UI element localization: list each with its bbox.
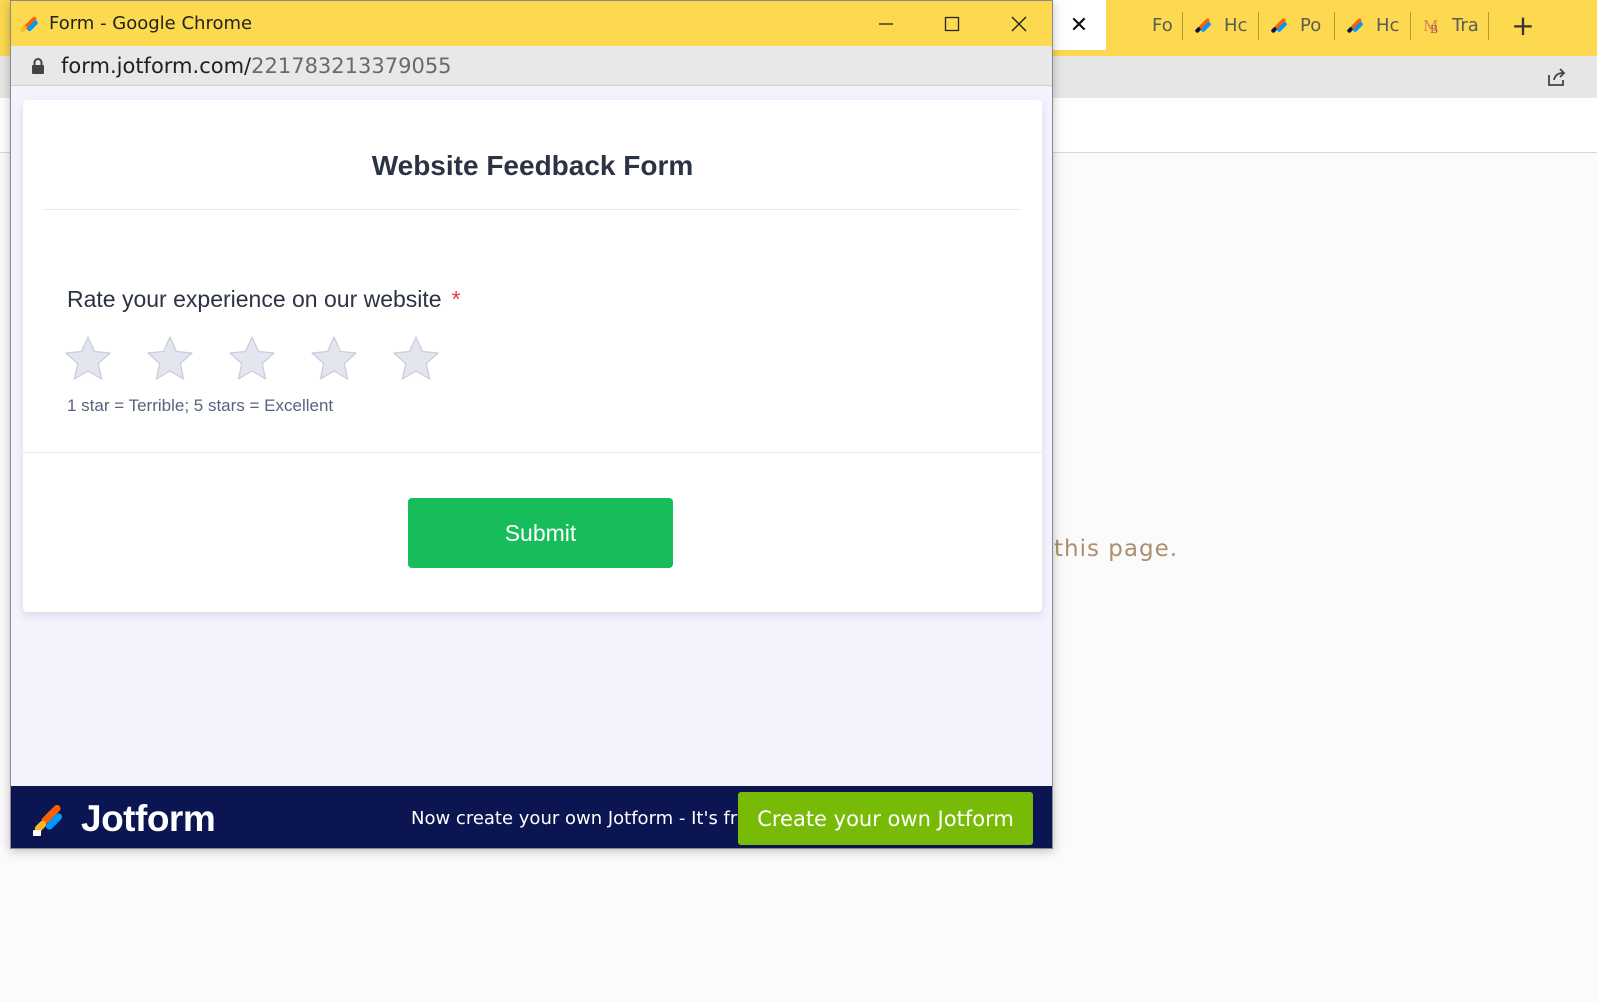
tab-separator (1334, 12, 1335, 40)
close-icon: ✕ (1069, 12, 1089, 38)
window-close-button[interactable] (986, 1, 1052, 46)
minimize-icon (879, 22, 893, 25)
form-card: Website Feedback Form Rate your experien… (23, 100, 1042, 612)
rating-star-2[interactable] (145, 334, 195, 384)
jotform-icon (1195, 18, 1211, 33)
jotform-icon (1347, 18, 1363, 33)
tab-separator (1182, 12, 1183, 40)
tab-label: Po (1300, 14, 1322, 36)
browser-tab[interactable]: M B Tra (1422, 10, 1478, 40)
tab-separator (1410, 12, 1411, 40)
jotform-icon (20, 16, 38, 32)
rating-star-5[interactable] (391, 334, 441, 384)
tab-label: Hc (1224, 14, 1248, 36)
jotform-brand: Jotform (81, 798, 216, 839)
form-popup-window: Form - Google Chrome form.jotform.com/22… (10, 0, 1053, 849)
browser-tab[interactable]: Po (1270, 10, 1324, 40)
share-icon[interactable] (1546, 66, 1568, 88)
rating-star-1[interactable] (63, 334, 113, 384)
svg-text:B: B (1430, 23, 1438, 35)
create-jotform-button[interactable]: Create your own Jotform (738, 792, 1033, 845)
rating-star-4[interactable] (309, 334, 359, 384)
close-tab-button[interactable]: ✕ (1052, 0, 1106, 50)
promo-text: Now create your own Jotform - It's free! (411, 808, 767, 829)
rating-sublabel: 1 star = Terrible; 5 stars = Excellent (67, 396, 334, 415)
plus-icon: + (1511, 8, 1535, 42)
form-title: Website Feedback Form (371, 150, 694, 181)
submit-button[interactable]: Submit (408, 498, 673, 568)
star-rating (63, 334, 473, 384)
tab-separator (1488, 12, 1489, 40)
browser-tab[interactable]: Hc (1194, 10, 1248, 40)
url-host: form.jotform.com/ (61, 54, 252, 78)
address-bar[interactable]: form.jotform.com/221783213379055 (11, 46, 1052, 86)
tab-label: Tra (1452, 14, 1478, 36)
question-text: Rate your experience on our website (67, 286, 442, 312)
rating-star-3[interactable] (227, 334, 277, 384)
rating-question-label: Rate your experience on our website * (67, 286, 461, 313)
divider (43, 209, 1021, 210)
tab-label: Hc (1376, 14, 1400, 36)
jotform-footer-banner: Jotform Now create your own Jotform - It… (11, 786, 1052, 848)
minimize-button[interactable] (853, 1, 919, 46)
required-marker: * (451, 286, 461, 312)
url-path: 221783213379055 (251, 54, 452, 78)
star-icon (147, 336, 193, 380)
window-title: Form - Google Chrome (49, 13, 253, 34)
browser-tab[interactable]: Hc (1346, 10, 1400, 40)
star-icon (65, 336, 111, 380)
browser-tab[interactable]: Fo (1152, 10, 1174, 40)
star-icon (393, 336, 439, 380)
maximize-icon (944, 16, 960, 31)
divider (23, 452, 1042, 453)
background-page-text: this page. (1054, 536, 1179, 562)
url-text: form.jotform.com/221783213379055 (61, 54, 452, 78)
mb-logo-icon: M B (1423, 17, 1438, 35)
window-titlebar[interactable]: Form - Google Chrome (11, 1, 1052, 46)
star-icon (229, 336, 275, 380)
new-tab-button[interactable]: + (1508, 8, 1538, 42)
lock-icon (32, 58, 44, 74)
tab-label: Fo (1152, 14, 1173, 36)
star-icon (311, 336, 357, 380)
maximize-button[interactable] (919, 1, 985, 46)
tab-separator (1258, 12, 1259, 40)
close-icon (1011, 16, 1027, 31)
jotform-logo-icon (33, 804, 63, 836)
jotform-icon (1271, 18, 1287, 33)
